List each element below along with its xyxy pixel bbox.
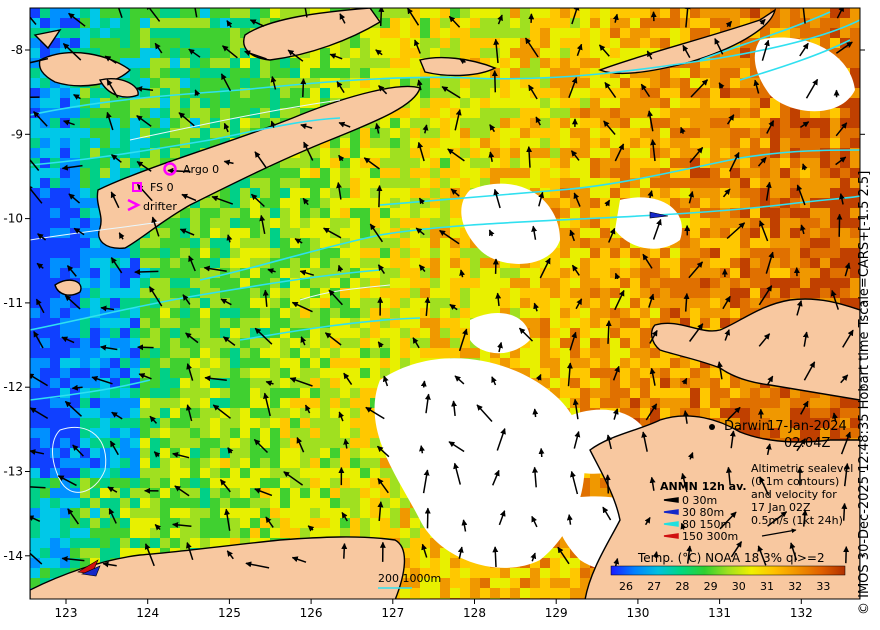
velocity-arrow-icon	[420, 380, 427, 388]
y-tick-label: -14	[3, 549, 23, 563]
colorbar	[610, 565, 846, 576]
copyright-side-text: © IMOS 30-Dec-2025 12:48:35 Hobart time …	[857, 170, 872, 615]
colorbar-tick-label: 26	[619, 580, 633, 593]
y-tick-label: -9	[11, 127, 23, 141]
velocity-arrow-icon	[605, 320, 612, 344]
drifter-label: drifter	[143, 200, 177, 213]
velocity-arrow-icon	[492, 546, 499, 568]
velocity-arrow-icon	[134, 268, 159, 275]
y-tick-label: -13	[3, 465, 23, 479]
x-tick-label: 128	[463, 606, 486, 620]
anmn-legend-title: ANMN 12h av.	[660, 480, 747, 493]
altimetry-line-2: and velocity for	[751, 488, 837, 501]
x-tick-label: 132	[790, 606, 813, 620]
velocity-arrow-icon	[538, 447, 545, 458]
plot-area: Argo 0 FS 0 drifter Darwin 17-Jan-2024 0…	[30, 8, 860, 599]
x-tick-label: 124	[136, 606, 159, 620]
y-tick-label: -8	[11, 43, 23, 57]
velocity-arrow-icon	[841, 502, 848, 521]
y-tick-label: -12	[3, 380, 23, 394]
x-tick-label: 131	[708, 606, 731, 620]
velocity-arrow-icon	[378, 8, 385, 27]
x-axis: 123 124 125 126 127 128 129 130 131 132	[55, 599, 813, 620]
velocity-arrow-icon	[341, 543, 348, 559]
sst-map[interactable]: Argo 0 FS 0 drifter Darwin 17-Jan-2024 0…	[0, 0, 880, 630]
x-tick-label: 125	[218, 606, 241, 620]
colorbar-title: Temp. (°C) NOAA 18 3% ql>=2	[637, 551, 825, 565]
x-tick-label: 123	[55, 606, 78, 620]
velocity-arrow-icon	[137, 344, 154, 351]
x-tick-label: 129	[545, 606, 568, 620]
altimetry-line-3: 17 Jan 02Z	[751, 501, 811, 514]
x-tick-label: 127	[381, 606, 404, 620]
anmn-depth-label: 150 300m	[682, 530, 738, 543]
date-label: 17-Jan-2024	[767, 419, 847, 434]
velocity-arrow-icon	[843, 546, 850, 564]
altimetry-line-0: Altimetric sealevel	[751, 462, 853, 475]
velocity-arrow-icon	[300, 78, 307, 98]
colorbar-tick-label: 28	[675, 580, 689, 593]
colorbar-tick-label: 29	[704, 580, 718, 593]
colorbar-tick-label: 31	[760, 580, 774, 593]
velocity-arrow-icon	[532, 408, 539, 418]
darwin-location-icon	[709, 424, 715, 430]
velocity-arrow-icon	[71, 384, 83, 391]
velocity-arrow-icon	[491, 70, 498, 93]
x-tick-label: 130	[626, 606, 649, 620]
velocity-arrow-icon	[376, 185, 383, 208]
y-tick-label: -11	[3, 296, 23, 310]
bathymetry-label: 200 1000m	[378, 572, 441, 585]
colorbar-tick-label: 33	[816, 580, 830, 593]
velocity-arrow-icon	[604, 474, 611, 494]
colorbar-tick-label: 30	[732, 580, 746, 593]
y-tick-label: -10	[3, 212, 23, 226]
fs-label: FS 0	[150, 181, 174, 194]
x-tick-label: 126	[300, 606, 323, 620]
argo-label: Argo 0	[183, 163, 219, 176]
darwin-label: Darwin	[724, 419, 770, 434]
time-label: 02:04Z	[784, 436, 830, 451]
altimetry-line-1: (0.1m contours)	[751, 475, 839, 488]
colorbar-tick-label: 32	[788, 580, 802, 593]
colorbar-tick-label: 27	[647, 580, 661, 593]
altimetry-line-4: 0.5m/s (1kt 24h)	[751, 514, 843, 527]
